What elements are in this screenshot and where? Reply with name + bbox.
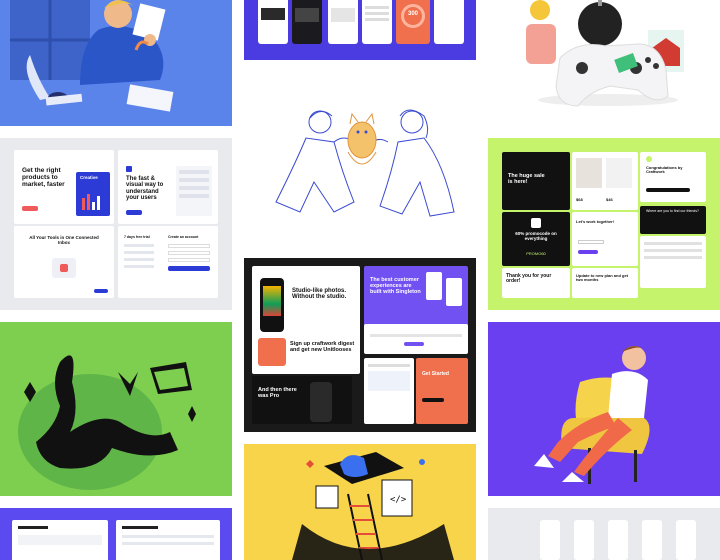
logo-icon bbox=[126, 166, 132, 172]
newsletter-text: Where are you to find our friends? bbox=[646, 209, 699, 213]
inbox-icon bbox=[60, 264, 68, 272]
phone-screen-dark bbox=[292, 0, 322, 44]
signup-title: Create an account bbox=[168, 235, 199, 239]
cta-button[interactable] bbox=[22, 206, 38, 211]
card-products: $68 $46 bbox=[572, 152, 638, 210]
card-studio-photos: Studio-like photos. Without the studio. bbox=[252, 266, 360, 336]
update-headline: Update to new plan and get two months bbox=[576, 273, 629, 283]
metric-value: 300 bbox=[407, 11, 418, 17]
tile-landing-pages[interactable]: Get the right products to market, faster… bbox=[0, 138, 232, 310]
digest-illustration bbox=[258, 338, 286, 366]
tile-craftwork-pages[interactable]: Studio-like photos. Without the studio. … bbox=[244, 258, 476, 432]
phone-screen bbox=[258, 0, 288, 44]
card-calendar bbox=[364, 358, 414, 424]
phone-screen bbox=[608, 520, 628, 560]
pro-headline: And then there was Pro bbox=[258, 387, 297, 399]
phone-screen bbox=[434, 0, 464, 44]
tile-chair-character[interactable] bbox=[488, 322, 720, 496]
card-hero-sale: The huge sale is here! bbox=[502, 152, 570, 210]
card-newsletter: Where are you to find our friends? bbox=[640, 206, 706, 234]
product-price-2: $46 bbox=[606, 197, 613, 202]
showcase-grid: Get the right products to market, faster… bbox=[0, 0, 720, 560]
tile-app-screens[interactable]: 300 bbox=[244, 0, 476, 60]
svg-text:</>: </> bbox=[390, 495, 407, 505]
phone-screen bbox=[676, 520, 696, 560]
phone-screen bbox=[574, 520, 594, 560]
card-congrats: Congratulations by Craftwork bbox=[640, 152, 706, 202]
congrats-button[interactable] bbox=[646, 188, 690, 192]
phone-screen-list bbox=[362, 0, 392, 44]
digest-headline: Sign up craftwork digest and get new Uni… bbox=[290, 341, 355, 353]
card-update-plan: Update to new plan and get two months bbox=[572, 268, 638, 298]
game-controller-3d-illustration bbox=[526, 0, 684, 107]
landing-card-signup: 7 days free trial Create an account bbox=[118, 226, 218, 298]
tile-3d-controller[interactable] bbox=[488, 0, 720, 126]
tile-ecommerce[interactable]: The huge sale is here! $68 $46 Congratul… bbox=[488, 138, 720, 310]
logo-cta[interactable] bbox=[404, 342, 424, 346]
wallet-headline: Let's work together! bbox=[576, 219, 615, 224]
phone-screen bbox=[642, 520, 662, 560]
promo-headline: 60% promocode on everything bbox=[515, 231, 557, 241]
trial-title: 7 days free trial bbox=[124, 235, 150, 239]
card-thanks: Thank you for your order! bbox=[502, 268, 570, 298]
promo-code: PROMO60 bbox=[526, 251, 546, 256]
landing-card-products: Get the right products to market, faster… bbox=[14, 150, 114, 224]
tile-falling-figure[interactable] bbox=[0, 322, 232, 496]
phone-screen-metric: 300 bbox=[396, 0, 430, 44]
wallet-button[interactable] bbox=[578, 250, 598, 254]
headline-products: Get the right products to market, faster bbox=[22, 167, 65, 188]
tile-dashboard[interactable] bbox=[0, 508, 232, 560]
phone-mockup bbox=[260, 278, 284, 332]
signup-button[interactable] bbox=[168, 266, 210, 271]
hand-ladder-illustration: </> bbox=[292, 452, 454, 560]
headline-users: The fast & visual way to understand your… bbox=[126, 176, 164, 201]
couple-with-cat-illustration bbox=[275, 109, 455, 217]
user-list-panel bbox=[176, 166, 212, 216]
creative-card: Creative bbox=[76, 172, 110, 216]
man-reading-letter-illustration bbox=[10, 0, 174, 112]
tile-letter-illustration[interactable] bbox=[0, 0, 232, 126]
sale-headline: The huge sale is here! bbox=[508, 173, 545, 185]
card-promo: 60% promocode on everything PROMO60 bbox=[502, 212, 570, 266]
tile-phone-screens[interactable] bbox=[488, 508, 720, 560]
tile-couple-cat[interactable] bbox=[244, 72, 476, 246]
signup-field[interactable] bbox=[168, 251, 210, 255]
card-wallet: Let's work together! bbox=[572, 212, 638, 266]
card-get-started: Get Started bbox=[416, 358, 468, 424]
cta-button-blue[interactable] bbox=[126, 210, 142, 215]
card-signup-digest: Sign up craftwork digest and get new Uni… bbox=[252, 332, 360, 374]
signup-field[interactable] bbox=[168, 258, 210, 262]
landing-card-inbox: All Your Tools in One Connected Inbox bbox=[14, 226, 114, 298]
card-pro: And then there was Pro bbox=[252, 376, 352, 424]
inbox-title: All Your Tools in One Connected Inbox bbox=[29, 235, 99, 245]
product-price-1: $68 bbox=[576, 197, 583, 202]
phone-mockup-dark bbox=[310, 382, 332, 422]
tile-ladder[interactable]: </> bbox=[244, 444, 476, 560]
signup-field[interactable] bbox=[168, 244, 210, 248]
falling-figure-illustration bbox=[18, 355, 196, 490]
phone-screen bbox=[540, 520, 560, 560]
dashboard-card-right bbox=[116, 520, 220, 560]
thanks-headline: Thank you for your order! bbox=[506, 273, 552, 285]
studio-headline: Studio-like photos. Without the studio. bbox=[292, 288, 347, 301]
trial-steps bbox=[124, 244, 154, 274]
man-in-armchair-3d-illustration bbox=[534, 346, 650, 484]
inbox-button[interactable] bbox=[94, 289, 108, 293]
bar-graphic bbox=[82, 194, 100, 210]
wallet-field[interactable] bbox=[578, 240, 604, 244]
get-started-button[interactable] bbox=[422, 398, 444, 402]
congrats-headline: Congratulations by Craftwork bbox=[646, 165, 683, 175]
landing-card-users: The fast & visual way to understand your… bbox=[118, 150, 218, 224]
dashboard-card-left bbox=[12, 520, 108, 560]
card-logos bbox=[364, 324, 468, 354]
card-order-list bbox=[640, 236, 706, 288]
phone-screen bbox=[328, 0, 358, 44]
experiences-headline: The best customer experiences are built … bbox=[370, 277, 421, 295]
get-started-label: Get Started bbox=[422, 371, 449, 377]
